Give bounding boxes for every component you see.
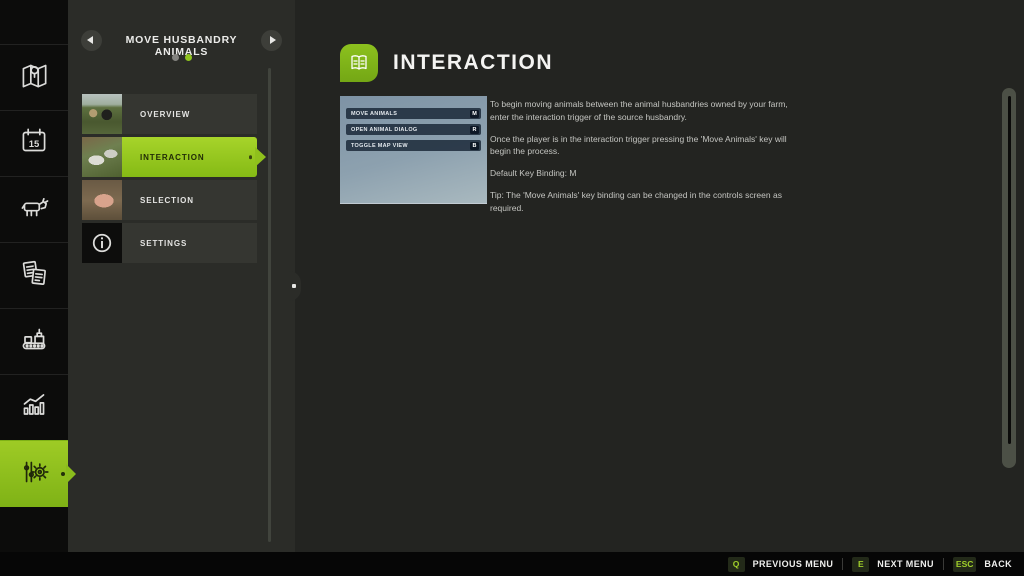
tutorial-screenshot: MOVE ANIMALS M OPEN ANIMAL DIALOG R TOGG… (340, 96, 487, 204)
help-text: To begin moving animals between the anim… (490, 98, 797, 223)
page-dots (68, 54, 295, 61)
selection-thumbnail (82, 180, 122, 220)
keybind-bar: TOGGLE MAP VIEW B (346, 140, 481, 151)
section-item-label: SELECTION (122, 180, 257, 220)
keybind-label: TOGGLE MAP VIEW (351, 143, 408, 149)
help-content-area: INTERACTION MOVE ANIMALS M OPEN ANIMAL D… (295, 0, 1024, 552)
rail-item-animals[interactable] (0, 176, 68, 242)
keybind-label: OPEN ANIMAL DIALOG (351, 127, 418, 133)
keybind-bar: MOVE ANIMALS M (346, 108, 481, 119)
footer-hint-bar: Q PREVIOUS MENU E NEXT MENU ESC BACK (0, 552, 1024, 576)
help-paragraph: Tip: The 'Move Animals' key binding can … (490, 189, 797, 215)
svg-text:15: 15 (29, 139, 40, 150)
keybind-label: MOVE ANIMALS (351, 111, 397, 117)
section-item-overview[interactable]: OVERVIEW (82, 94, 257, 134)
back-hint[interactable]: ESC BACK (953, 557, 1012, 572)
key-badge-e: E (852, 557, 869, 572)
previous-topic-button[interactable] (81, 30, 102, 51)
map-icon (16, 57, 52, 98)
section-item-label: SETTINGS (122, 223, 257, 263)
keybind-key: R (470, 126, 479, 134)
rail-item-calendar[interactable]: 15 (0, 110, 68, 176)
help-topic-panel: MOVE HUSBANDRY ANIMALS OVERVIEW INTERACT… (68, 0, 295, 552)
content-header: INTERACTION (340, 44, 553, 82)
help-settings-icon (16, 454, 52, 495)
page-title: INTERACTION (393, 51, 553, 75)
keybind-key: B (470, 142, 479, 150)
contracts-icon (16, 255, 52, 296)
help-book-icon (340, 44, 378, 82)
page-dot-active (185, 54, 192, 61)
production-icon (16, 321, 52, 362)
hint-label: BACK (984, 559, 1012, 569)
rail-item-production[interactable] (0, 308, 68, 374)
interaction-thumbnail (82, 137, 122, 177)
key-badge-q: Q (728, 557, 745, 572)
overview-thumbnail (82, 94, 122, 134)
section-item-label: OVERVIEW (122, 94, 257, 134)
next-menu-hint[interactable]: E NEXT MENU (852, 557, 934, 572)
section-item-interaction[interactable]: INTERACTION (82, 137, 257, 177)
key-badge-esc: ESC (953, 557, 976, 572)
previous-menu-hint[interactable]: Q PREVIOUS MENU (728, 557, 834, 572)
help-paragraph: Once the player is in the interaction tr… (490, 133, 797, 159)
section-item-label: INTERACTION (122, 137, 257, 177)
rail-item-map[interactable] (0, 44, 68, 110)
keybind-key: M (470, 110, 479, 118)
hint-label: NEXT MENU (877, 559, 934, 569)
animals-icon (16, 189, 52, 230)
hint-label: PREVIOUS MENU (753, 559, 834, 569)
rail-item-statistics[interactable] (0, 374, 68, 440)
calendar-icon: 15 (16, 123, 52, 164)
left-icon-rail: 15 (0, 0, 68, 576)
section-item-settings[interactable]: SETTINGS (82, 223, 257, 263)
info-icon (82, 223, 122, 263)
rail-item-help-settings[interactable] (0, 440, 68, 507)
keybind-bar: OPEN ANIMAL DIALOG R (346, 124, 481, 135)
statistics-icon (16, 387, 52, 428)
next-topic-button[interactable] (261, 30, 282, 51)
hint-separator (842, 558, 843, 570)
content-scrollbar[interactable] (1002, 88, 1016, 468)
content-scrollbar-groove (1008, 96, 1011, 444)
section-item-selection[interactable]: SELECTION (82, 180, 257, 220)
topic-section-list: OVERVIEW INTERACTION SELECTION SETTINGS (82, 94, 257, 266)
help-paragraph: Default Key Binding: M (490, 167, 797, 180)
page-dot (172, 54, 179, 61)
help-paragraph: To begin moving animals between the anim… (490, 98, 797, 124)
hint-separator (943, 558, 944, 570)
rail-item-contracts[interactable] (0, 242, 68, 308)
sidebar-scrollbar[interactable] (268, 68, 271, 542)
